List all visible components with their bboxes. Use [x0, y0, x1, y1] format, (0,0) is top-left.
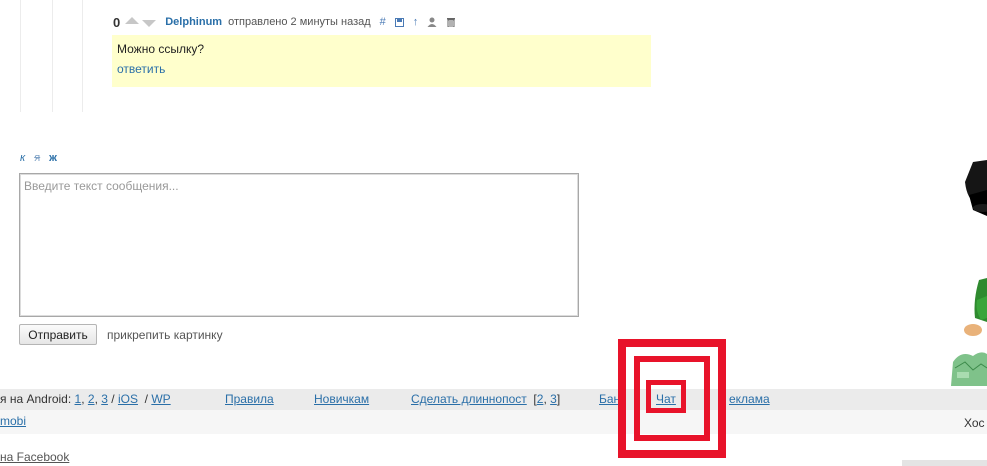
comment-timestamp: отправлено 2 минуты назад	[228, 16, 371, 28]
ios-link[interactable]: iOS	[118, 392, 138, 406]
mobi-link[interactable]: mobi	[0, 414, 26, 428]
android-link-3[interactable]: 3	[101, 392, 108, 406]
ads-link[interactable]: еклама	[729, 392, 770, 406]
highlight-ring-inner	[646, 380, 686, 413]
footer-bar-secondary	[0, 410, 987, 434]
thread-line	[52, 0, 53, 112]
thread-line	[82, 0, 83, 112]
italic-button[interactable]: к	[20, 152, 25, 164]
footer-apps: я на Android: 1, 2, 3 / iOS / WP	[0, 392, 171, 406]
facebook-link[interactable]: на Facebook	[0, 450, 69, 464]
thread-line	[20, 0, 21, 112]
rules-link[interactable]: Правила	[225, 392, 274, 406]
android-link-1[interactable]: 1	[75, 392, 82, 406]
strikethrough-button[interactable]: я	[34, 152, 40, 164]
reply-link[interactable]: ответить	[117, 62, 646, 76]
trash-icon[interactable]	[446, 17, 456, 27]
separator: /	[111, 392, 115, 406]
newbies-link[interactable]: Новичкам	[314, 392, 369, 406]
user-icon[interactable]	[427, 17, 437, 27]
vote-down-icon[interactable]	[142, 20, 157, 27]
footer-ban: Бан	[599, 392, 620, 406]
footer-rules: Правила	[225, 392, 274, 406]
save-icon[interactable]	[394, 17, 404, 27]
bold-button[interactable]: ж	[49, 152, 57, 164]
footer-ads: еклама	[729, 392, 770, 406]
comment-body: Можно ссылку? ответить	[112, 35, 651, 87]
android-prefix: я на Android:	[0, 392, 72, 406]
footer-longpost: Сделать длиннопост [2, 3]	[411, 392, 561, 406]
comment-author[interactable]: Delphinum	[165, 16, 222, 28]
hosting-text: Хос	[964, 416, 985, 430]
send-button[interactable]: Отправить	[19, 324, 97, 345]
footer-newbies: Новичкам	[314, 392, 369, 406]
vote-up-icon[interactable]	[125, 17, 140, 24]
comment-score: 0	[113, 14, 121, 30]
separator: /	[144, 392, 148, 406]
gray-strip	[902, 460, 987, 466]
arrow-up-icon[interactable]: ↑	[413, 16, 419, 28]
format-toolbar: к я ж	[20, 152, 57, 164]
wp-link[interactable]: WP	[151, 392, 170, 406]
message-input[interactable]	[19, 173, 579, 317]
attach-image-link[interactable]: прикрепить картинку	[107, 328, 223, 342]
ban-link[interactable]: Бан	[599, 392, 620, 406]
comment-text: Можно ссылку?	[117, 42, 205, 56]
hash-icon[interactable]: #	[380, 16, 386, 28]
android-link-2[interactable]: 2	[88, 392, 95, 406]
comment-header: 0 Delphinum отправлено 2 минуты назад # …	[113, 13, 456, 31]
footer-mobi: mobi	[0, 414, 26, 428]
mascot-illustration	[951, 150, 987, 389]
longpost-link[interactable]: Сделать длиннопост	[411, 392, 527, 406]
longpost-link-2[interactable]: 2	[537, 392, 544, 406]
longpost-link-3[interactable]: 3	[550, 392, 557, 406]
